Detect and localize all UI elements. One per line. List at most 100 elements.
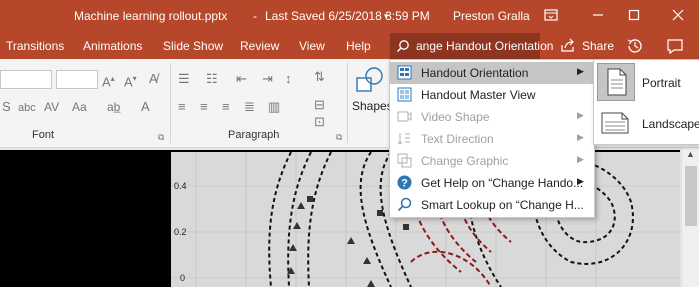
menu-item-label: Text Direction [421, 132, 494, 146]
menu-item-handout-orientation[interactable]: Handout Orientation ▶ [390, 62, 594, 84]
share-button[interactable]: Share [558, 36, 614, 56]
justify-icon[interactable]: ≣ [244, 99, 255, 115]
smartart-icon[interactable]: ⊡ [314, 114, 325, 130]
group-separator [170, 63, 171, 143]
submenu-item-landscape[interactable]: Landscape [595, 104, 699, 142]
ribbon-tabs: Transitions Animations Slide Show Review… [0, 33, 699, 59]
close-button[interactable] [660, 0, 696, 33]
font-dialog-launcher-icon[interactable]: ⧉ [158, 129, 164, 145]
share-icon [561, 38, 574, 52]
menu-item-label: Smart Lookup on “Change H... [421, 198, 584, 212]
share-label: Share [582, 39, 615, 53]
close-icon [672, 9, 684, 21]
title-separator: - [253, 9, 257, 23]
save-status-dropdown-icon[interactable]: ▾ [384, 11, 389, 22]
align-left-icon[interactable]: ≡ [178, 99, 186, 115]
save-status: Last Saved 6/25/2018 3:59 PM [265, 9, 430, 23]
group-separator [347, 63, 348, 143]
shadow-icon[interactable]: S [2, 99, 11, 115]
document-title: Machine learning rollout.pptx [74, 9, 228, 23]
comment-icon [667, 39, 683, 55]
video-shape-icon [397, 111, 412, 122]
text-direction-ribbon-icon[interactable]: ⇅ [314, 69, 325, 85]
menu-item-handout-master-view[interactable]: Handout Master View [390, 84, 594, 106]
history-icon [627, 39, 642, 53]
tab-slide-show[interactable]: Slide Show [163, 39, 223, 53]
menu-item-smart-lookup[interactable]: Smart Lookup on “Change H... [390, 194, 594, 216]
decrease-indent-icon[interactable]: ⇤ [236, 71, 247, 87]
minimize-icon [593, 14, 603, 16]
tell-me-text: ange Handout Orientation [416, 39, 554, 53]
portrait-selected-box [597, 63, 635, 101]
paragraph-group-label: Paragraph [228, 129, 280, 141]
handout-orientation-submenu: Portrait Landscape [593, 59, 699, 145]
handout-master-view-icon [397, 87, 412, 102]
ribbon-display-icon [544, 9, 558, 21]
change-graphic-icon [397, 153, 412, 168]
scrollbar-thumb[interactable] [685, 166, 697, 226]
increase-indent-icon[interactable]: ⇥ [262, 71, 273, 87]
line-spacing-icon[interactable]: ↕ [285, 71, 292, 87]
y-tick-label: 0.4 [174, 181, 187, 191]
handout-orientation-icon [397, 65, 412, 80]
shapes-label: Shapes [352, 99, 393, 113]
tab-view[interactable]: View [299, 39, 325, 53]
ribbon-display-options-button[interactable] [533, 0, 569, 33]
bullets-icon[interactable]: ☰ [178, 71, 190, 87]
font-name-box[interactable] [0, 70, 52, 89]
submenu-arrow-icon: ▶ [577, 110, 584, 120]
title-bar: Machine learning rollout.pptx - Last Sav… [0, 0, 699, 33]
svg-text:?: ? [401, 178, 408, 190]
align-text-icon[interactable]: ⊟ [314, 97, 325, 113]
change-case-icon[interactable]: Aa [72, 99, 87, 115]
tab-animations[interactable]: Animations [83, 39, 142, 53]
shapes-icon [356, 67, 383, 92]
clear-formatting-icon[interactable]: A̸ [149, 71, 158, 87]
numbering-icon[interactable]: ☷ [206, 71, 218, 87]
portrait-label: Portrait [642, 76, 681, 90]
increase-font-size-icon[interactable]: A▴ [102, 71, 115, 90]
vertical-scrollbar[interactable]: ▲ [681, 148, 699, 287]
submenu-item-portrait[interactable]: Portrait [595, 62, 699, 101]
highlight-icon[interactable]: ab̲ [107, 99, 120, 115]
menu-item-get-help[interactable]: ? Get Help on “Change Hando... ▶ [390, 172, 594, 194]
menu-item-text-direction[interactable]: Text Direction ▶ [390, 128, 594, 150]
minimize-button[interactable] [580, 0, 616, 33]
menu-item-label: Get Help on “Change Hando... [421, 176, 584, 190]
menu-item-label: Video Shape [421, 110, 490, 124]
tell-me-search-box[interactable]: ange Handout Orientation [390, 33, 553, 59]
tab-review[interactable]: Review [240, 39, 279, 53]
font-size-box[interactable] [56, 70, 98, 89]
decrease-font-size-icon[interactable]: A▾ [124, 71, 137, 90]
submenu-arrow-icon: ▶ [577, 154, 584, 164]
search-icon [396, 40, 409, 53]
menu-item-video-shape[interactable]: Video Shape ▶ [390, 106, 594, 128]
center-icon[interactable]: ≡ [200, 99, 208, 115]
tab-help[interactable]: Help [346, 39, 371, 53]
maximize-button[interactable] [616, 0, 652, 33]
font-group-label: Font [32, 129, 55, 141]
comments-button[interactable] [664, 35, 686, 57]
tab-transitions[interactable]: Transitions [6, 39, 64, 53]
character-spacing-icon[interactable]: AV [44, 99, 59, 115]
columns-icon[interactable]: ▥ [268, 99, 280, 115]
help-icon: ? [397, 175, 412, 190]
history-button[interactable] [624, 35, 646, 57]
user-name[interactable]: Preston Gralla [453, 9, 530, 23]
menu-item-label: Change Graphic [421, 154, 509, 168]
font-color-icon[interactable]: A [141, 99, 150, 115]
shapes-button[interactable]: Shapes [349, 63, 393, 123]
smart-lookup-icon [397, 197, 412, 212]
y-tick-label: 0 [180, 273, 186, 283]
portrait-icon [607, 68, 627, 96]
submenu-arrow-icon: ▶ [577, 176, 584, 186]
menu-item-label: Handout Master View [421, 88, 536, 102]
submenu-arrow-icon: ▶ [577, 132, 584, 142]
landscape-icon [601, 112, 629, 134]
scroll-up-icon[interactable]: ▲ [686, 149, 695, 159]
paragraph-dialog-launcher-icon[interactable]: ⧉ [336, 129, 342, 145]
strikethrough-icon[interactable]: abc [18, 100, 36, 116]
menu-item-change-graphic[interactable]: Change Graphic ▶ [390, 150, 594, 172]
align-right-icon[interactable]: ≡ [222, 99, 230, 115]
menu-item-label: Handout Orientation [421, 66, 529, 80]
